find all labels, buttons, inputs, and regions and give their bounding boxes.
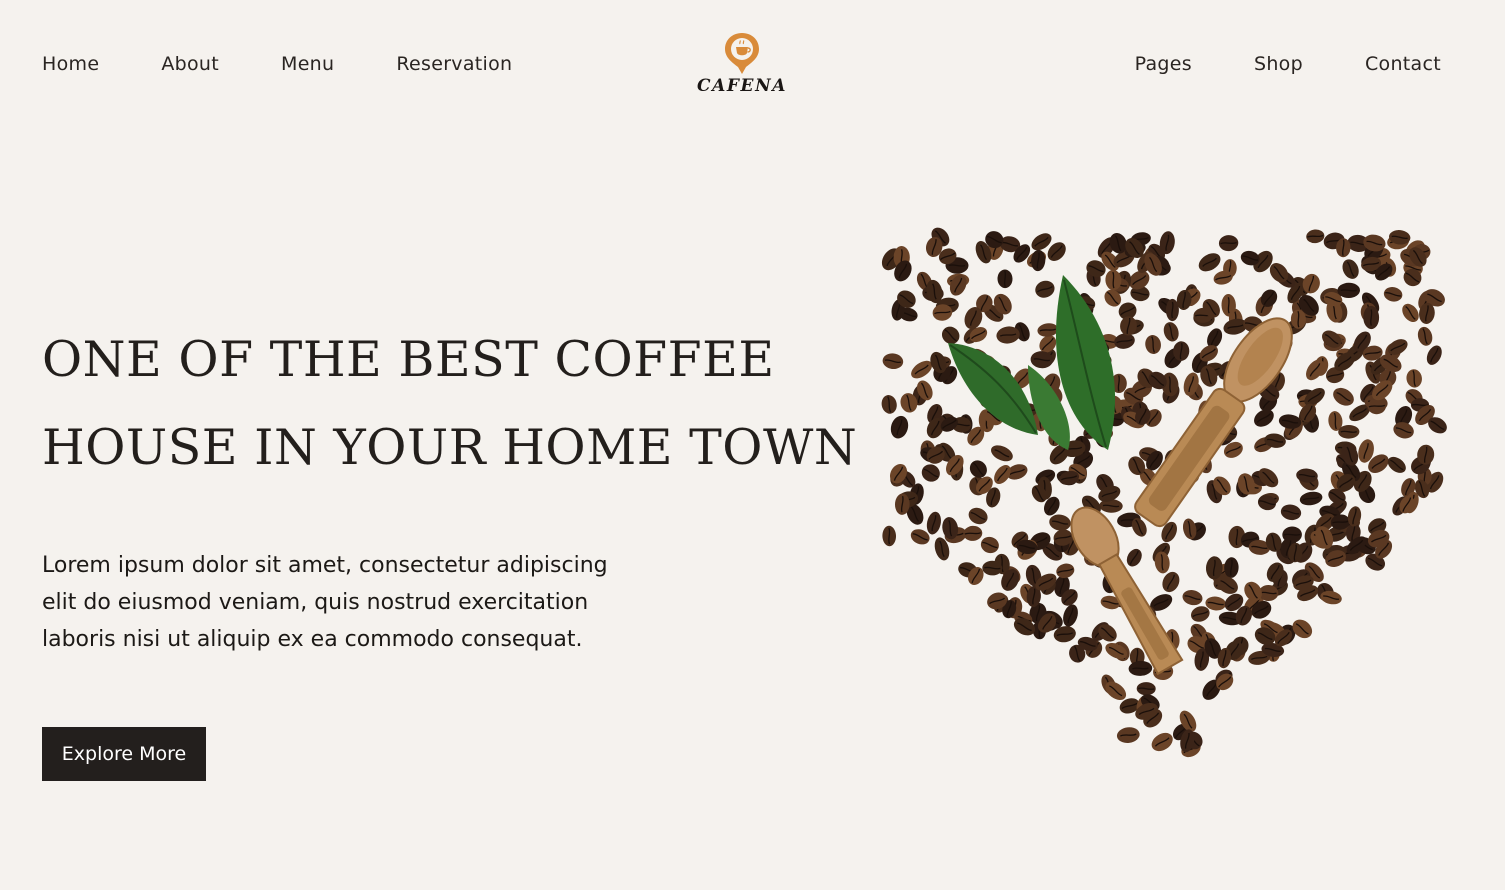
hero-title: ONE OF THE BEST COFFEE HOUSE IN YOUR HOM… (42, 316, 858, 492)
nav-item-contact[interactable]: Contact (1365, 50, 1441, 78)
explore-more-button[interactable]: Explore More (42, 727, 206, 781)
nav-item-shop[interactable]: Shop (1254, 50, 1303, 78)
hero-description: Lorem ipsum dolor sit amet, consectetur … (42, 553, 608, 652)
logo-text: CAFENA (696, 76, 788, 96)
landing-page: Home About Menu Reservation CAFENA Pages… (0, 0, 1505, 890)
hero-title-line-2: HOUSE IN YOUR HOME TOWN (42, 419, 858, 476)
nav-item-reservation[interactable]: Reservation (396, 50, 512, 78)
nav-left: Home About Menu Reservation (42, 50, 512, 78)
nav-right: Pages Shop Contact (1135, 50, 1441, 78)
nav-item-about[interactable]: About (161, 50, 219, 78)
nav-item-home[interactable]: Home (42, 50, 99, 78)
nav-item-pages[interactable]: Pages (1135, 50, 1192, 78)
coffee-cup-pin-icon (725, 33, 759, 74)
logo[interactable]: CAFENA (696, 31, 788, 101)
nav-item-menu[interactable]: Menu (281, 50, 334, 78)
coffee-beans-heart-image (881, 227, 1447, 758)
hero-title-line-1: ONE OF THE BEST COFFEE (42, 331, 775, 388)
